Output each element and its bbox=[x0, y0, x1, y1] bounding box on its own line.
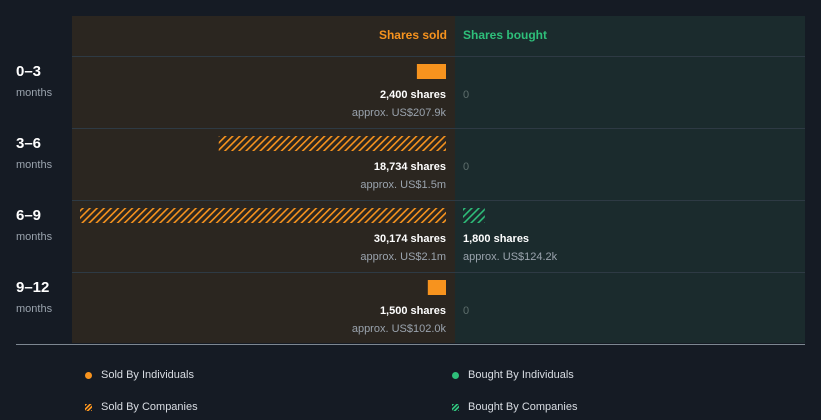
bought-individuals-swatch-icon bbox=[452, 371, 459, 379]
bought-zero-label: 0 bbox=[463, 89, 469, 101]
sold-individuals-swatch-icon bbox=[85, 371, 92, 379]
period-unit: months bbox=[16, 303, 53, 315]
sold-companies-swatch-icon bbox=[85, 403, 92, 411]
bought-companies-swatch-icon bbox=[452, 403, 459, 411]
period-label: 6–9 bbox=[16, 207, 41, 224]
bought-zero-label: 0 bbox=[463, 161, 469, 173]
sold-individuals-bar bbox=[416, 64, 446, 79]
period-unit: months bbox=[16, 159, 53, 171]
sold-companies-bar bbox=[218, 136, 446, 151]
period-unit: months bbox=[16, 87, 53, 99]
bought-shares-label: 1,800 shares bbox=[463, 233, 529, 245]
sold-individuals-bar bbox=[427, 280, 446, 295]
sold-shares-label: 18,734 shares bbox=[374, 161, 446, 173]
insider-trading-chart: Shares sold Shares bought 0–3 months 2,400… bbox=[16, 16, 805, 345]
bought-value-label: approx. US$124.2k bbox=[463, 251, 558, 263]
legend-label: Bought By Companies bbox=[468, 401, 578, 413]
bought-panel bbox=[455, 16, 805, 343]
period-unit: months bbox=[16, 231, 53, 243]
sold-shares-label: 1,500 shares bbox=[380, 305, 446, 317]
sold-value-label: approx. US$102.0k bbox=[352, 323, 447, 335]
sold-value-label: approx. US$2.1m bbox=[360, 251, 446, 263]
sold-companies-bar bbox=[80, 208, 446, 223]
legend-sold-companies: Sold By Companies bbox=[85, 401, 198, 413]
legend-sold-individuals: Sold By Individuals bbox=[85, 369, 194, 381]
sold-header: Shares sold bbox=[379, 28, 447, 42]
period-label: 9–12 bbox=[16, 279, 49, 296]
bought-header: Shares bought bbox=[463, 28, 547, 42]
sold-value-label: approx. US$1.5m bbox=[360, 179, 446, 191]
sold-shares-label: 30,174 shares bbox=[374, 233, 446, 245]
legend-bought-individuals: Bought By Individuals bbox=[452, 369, 574, 381]
legend-bought-companies: Bought By Companies bbox=[452, 401, 577, 413]
sold-value-label: approx. US$207.9k bbox=[352, 107, 447, 119]
legend-label: Bought By Individuals bbox=[468, 369, 574, 381]
sold-shares-label: 2,400 shares bbox=[380, 89, 446, 101]
bought-zero-label: 0 bbox=[463, 305, 469, 317]
bought-companies-bar bbox=[463, 208, 485, 223]
period-label: 3–6 bbox=[16, 135, 41, 152]
legend-label: Sold By Individuals bbox=[101, 369, 194, 381]
legend-label: Sold By Companies bbox=[101, 401, 198, 413]
period-label: 0–3 bbox=[16, 63, 41, 80]
